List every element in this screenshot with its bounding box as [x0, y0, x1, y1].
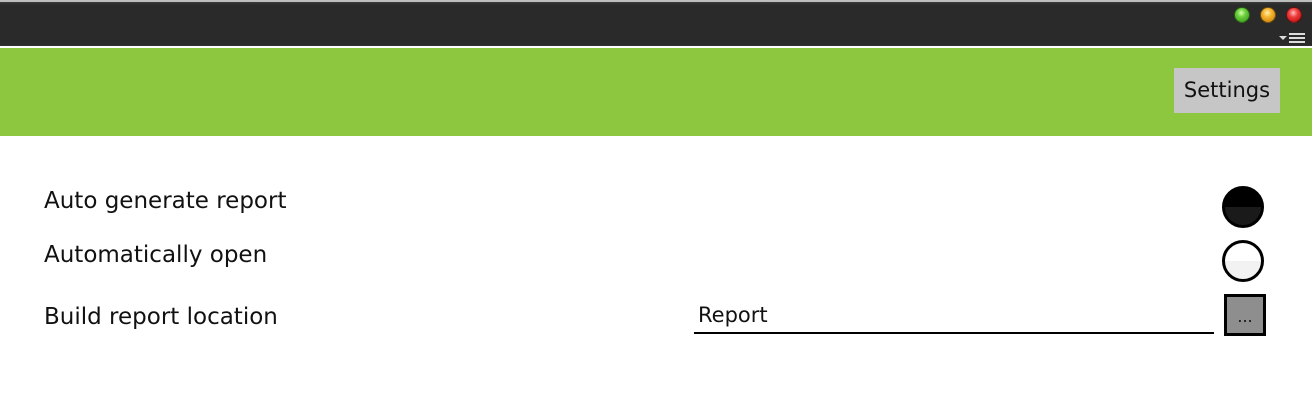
settings-button[interactable]: Settings [1174, 68, 1280, 113]
auto-generate-report-label: Auto generate report [44, 188, 287, 214]
close-button[interactable] [1286, 7, 1302, 23]
window-titlebar [0, 0, 1312, 46]
automatically-open-label: Automatically open [44, 242, 268, 268]
header-bar: Settings [0, 48, 1312, 136]
automatically-open-toggle[interactable] [1222, 240, 1264, 282]
dropdown-menu-icon[interactable] [1278, 30, 1306, 44]
browse-button[interactable]: ... [1224, 294, 1266, 336]
minimize-button[interactable] [1234, 7, 1250, 23]
build-report-location-label: Build report location [44, 304, 278, 330]
auto-generate-report-toggle[interactable] [1222, 186, 1264, 228]
maximize-button[interactable] [1260, 7, 1276, 23]
report-location-input[interactable] [694, 298, 1214, 334]
